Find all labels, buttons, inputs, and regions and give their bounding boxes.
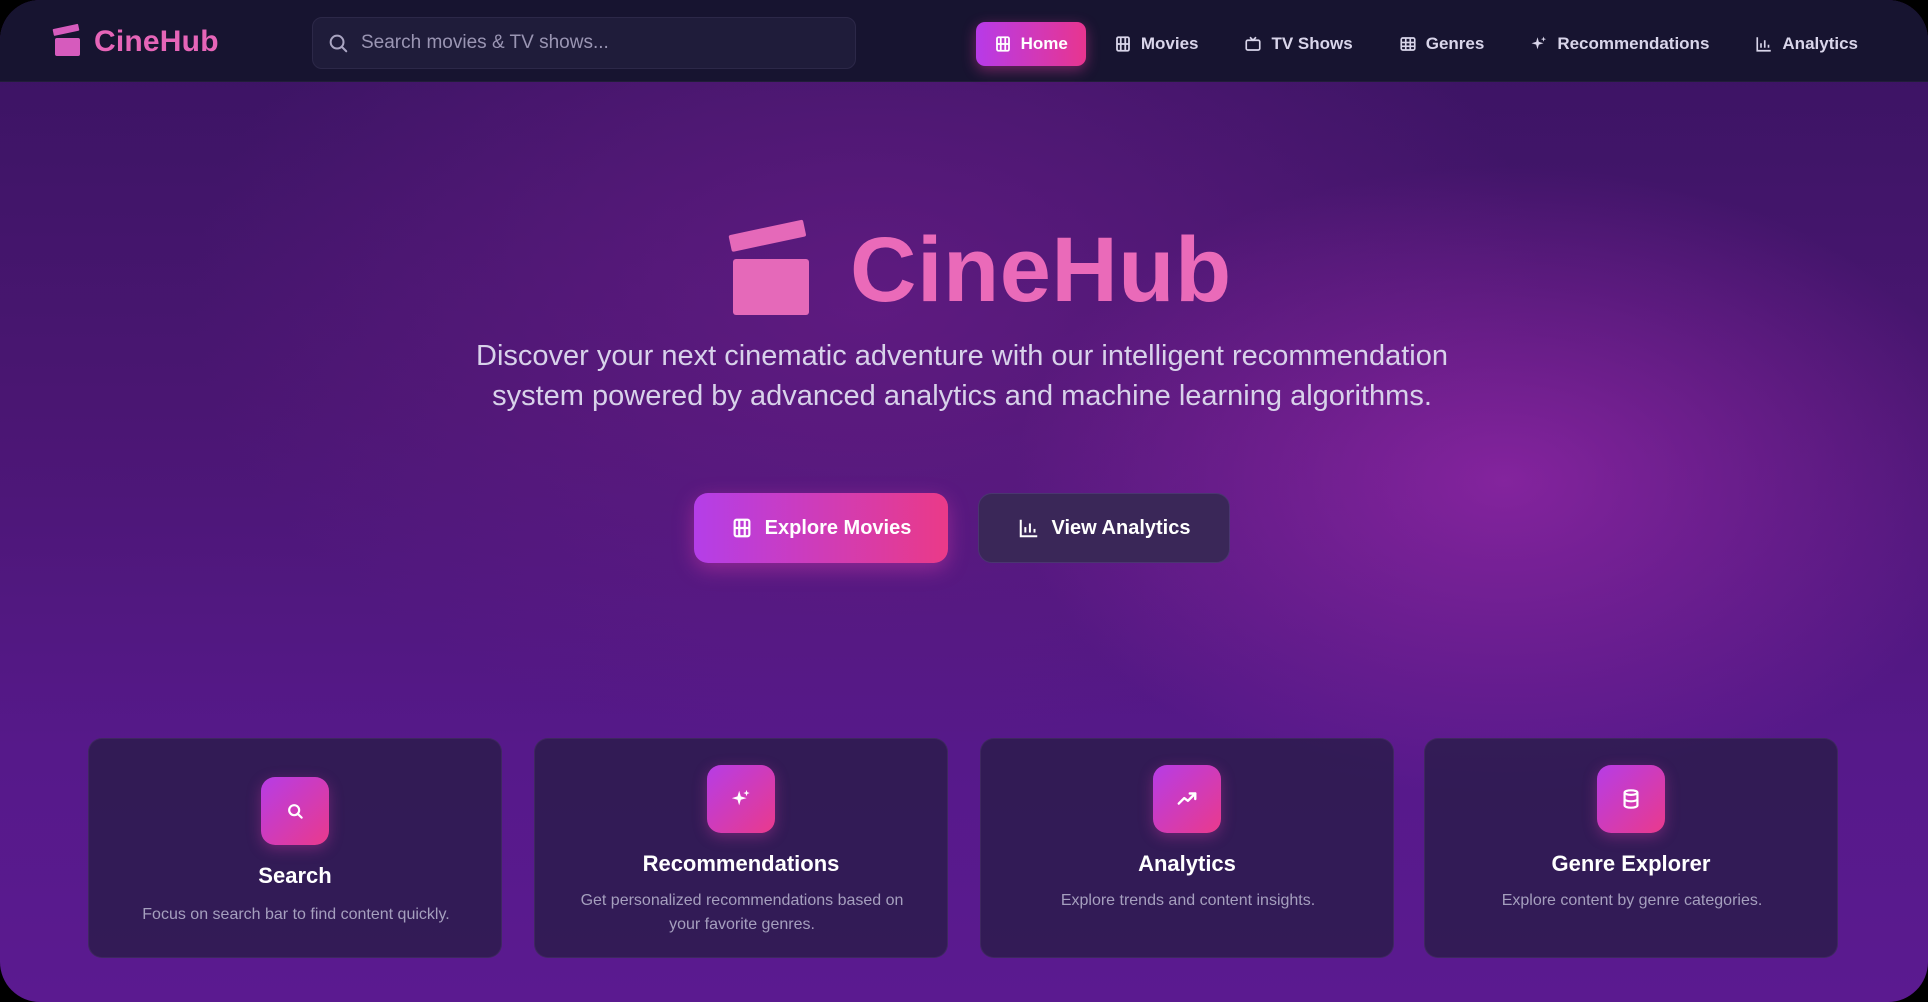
top-navbar: CineHub Home Movies TV Shows Genres — [0, 0, 1928, 82]
bar-chart-icon — [1756, 37, 1772, 52]
nav-analytics-label: Analytics — [1782, 34, 1858, 53]
feature-title: Search — [258, 863, 332, 888]
feature-description: Get personalized recommendations based o… — [580, 892, 904, 933]
tv-icon — [1245, 36, 1262, 51]
nav-genres-label: Genres — [1425, 34, 1485, 53]
feature-description: Explore content by genre categories. — [1501, 892, 1763, 909]
clapperboard-icon — [52, 23, 82, 57]
view-analytics-button[interactable]: View Analytics — [978, 493, 1230, 563]
nav-recommendations[interactable]: Recommendations — [1512, 22, 1727, 66]
nav-movies[interactable]: Movies — [1096, 22, 1217, 66]
nav-analytics[interactable]: Analytics — [1737, 22, 1876, 66]
database-icon — [1597, 765, 1665, 833]
film-icon — [1115, 36, 1130, 52]
feature-card-recommendations[interactable]: Recommendations Get personalized recomme… — [534, 738, 948, 958]
nav-menu: Home Movies TV Shows Genres Recommendati… — [975, 22, 1876, 66]
brand-name: CineHub — [94, 25, 219, 58]
feature-card-genre-explorer[interactable]: Genre Explorer Explore content by genre … — [1424, 738, 1838, 958]
film-icon — [995, 36, 1010, 52]
nav-recommendations-label: Recommendations — [1557, 34, 1710, 53]
hero-description: Discover your next cinematic adventure w… — [476, 340, 1448, 412]
feature-title: Recommendations — [642, 851, 840, 876]
feature-title: Analytics — [1138, 851, 1236, 876]
nav-movies-label: Movies — [1140, 34, 1199, 53]
brand-logo-link[interactable]: CineHub — [52, 23, 219, 59]
grid-icon — [1400, 37, 1416, 51]
app-window: CineHub Home Movies TV Shows Genres — [0, 0, 1928, 1002]
search-icon — [329, 34, 348, 53]
nav-genres[interactable]: Genres — [1381, 22, 1503, 66]
film-icon — [733, 518, 751, 538]
feature-card-search[interactable]: Search Focus on search bar to find conte… — [88, 738, 502, 958]
feature-card-analytics[interactable]: Analytics Explore trends and content ins… — [980, 738, 1394, 958]
hero-brand-name: CineHub — [850, 219, 1232, 321]
explore-movies-label: Explore Movies — [764, 516, 912, 539]
explore-movies-button[interactable]: Explore Movies — [694, 493, 948, 563]
search-icon — [261, 777, 329, 845]
sparkles-icon — [707, 765, 775, 833]
nav-tv-shows-label: TV Shows — [1271, 34, 1353, 53]
nav-tv-shows[interactable]: TV Shows — [1226, 22, 1370, 66]
feature-title: Genre Explorer — [1551, 851, 1711, 876]
clapperboard-icon — [728, 219, 810, 317]
bar-chart-icon — [1019, 519, 1037, 538]
nav-home-label: Home — [1020, 34, 1068, 53]
hero-title: CineHub — [728, 218, 1232, 323]
nav-home[interactable]: Home — [975, 22, 1086, 66]
feature-description: Explore trends and content insights. — [1060, 892, 1316, 909]
search-bar[interactable] — [312, 17, 856, 69]
feature-description: Focus on search bar to find content quic… — [142, 906, 450, 923]
search-input[interactable] — [361, 32, 821, 54]
trend-icon — [1153, 765, 1221, 833]
sparkles-icon — [1531, 36, 1547, 50]
view-analytics-label: View Analytics — [1051, 516, 1191, 539]
